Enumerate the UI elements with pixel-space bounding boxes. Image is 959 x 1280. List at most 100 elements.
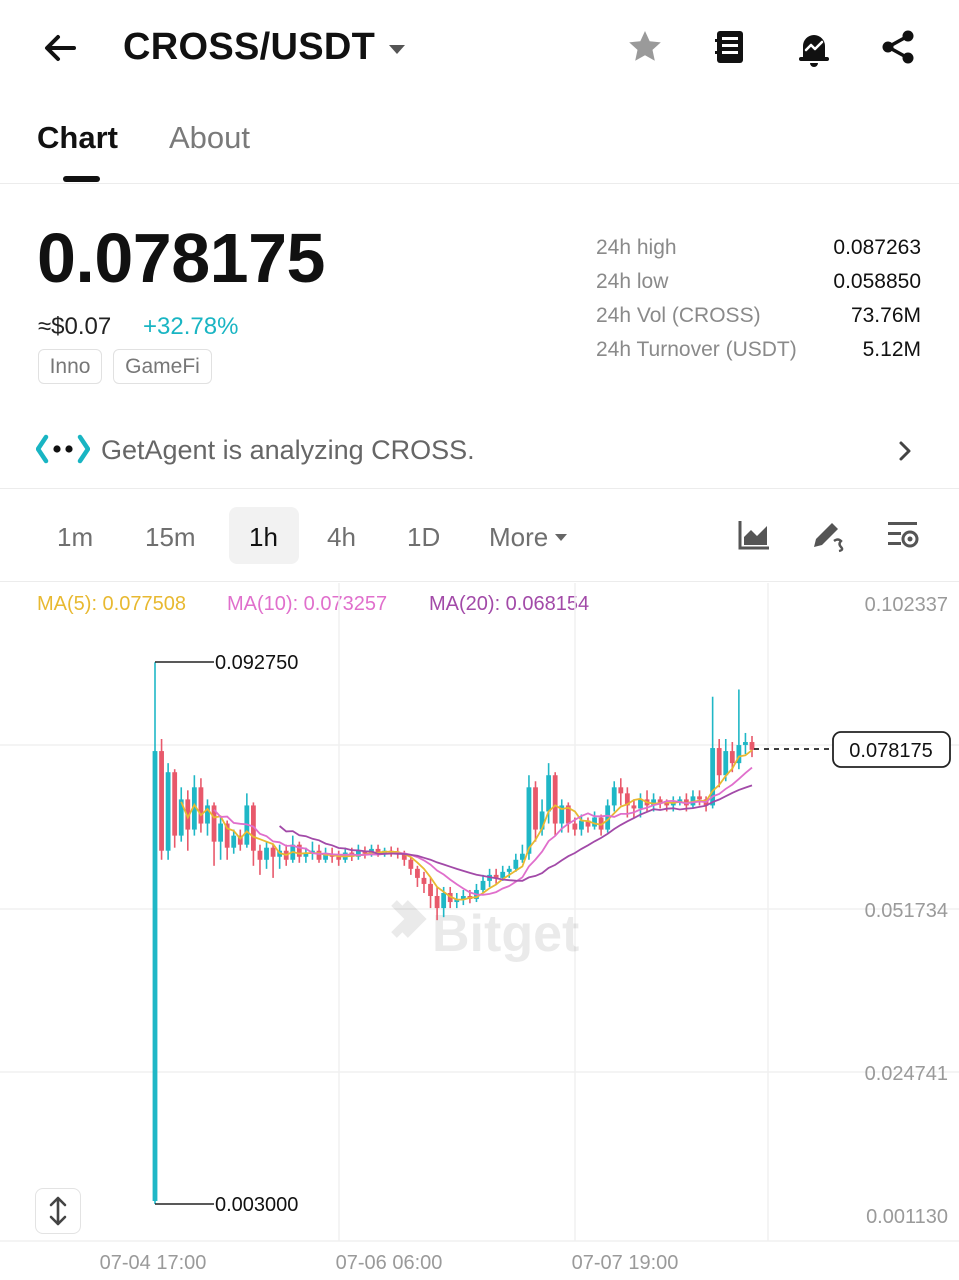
back-arrow-icon <box>45 35 76 61</box>
candle-body <box>172 772 178 836</box>
candle-body <box>749 742 755 750</box>
candle-body <box>716 748 722 776</box>
x-tick: 07-04 17:00 <box>100 1252 207 1274</box>
candle-body <box>552 775 558 824</box>
y-tick: 0.024741 <box>865 1063 948 1085</box>
high-marker-label: 0.092750 <box>215 652 298 674</box>
pair-selector[interactable]: CROSS/USDT <box>123 26 406 69</box>
tab-about[interactable]: About <box>169 120 250 156</box>
pair-title: CROSS/USDT <box>123 26 376 68</box>
stat-label-turnover: 24h Turnover (USDT) <box>596 338 797 361</box>
caret-down-icon <box>389 45 406 54</box>
tab-chart[interactable]: Chart <box>37 120 118 156</box>
stat-value-high: 0.087263 <box>833 236 921 259</box>
candle-body <box>441 892 447 909</box>
stat-label-vol: 24h Vol (CROSS) <box>596 304 761 327</box>
stat-value-turnover: 5.12M <box>862 338 921 361</box>
candle-body <box>198 787 204 824</box>
indicator-settings-icon[interactable] <box>885 517 921 553</box>
candle-body <box>218 823 224 842</box>
candle-body <box>638 799 643 809</box>
candle-body <box>506 868 512 872</box>
interval-more-button[interactable]: More <box>489 522 568 553</box>
notes-button[interactable] <box>708 25 752 69</box>
y-tick: 0.102337 <box>865 594 948 616</box>
candle-body <box>270 847 276 857</box>
chart-type-icon[interactable] <box>736 517 772 553</box>
candle-body <box>159 751 164 851</box>
candle-body <box>611 787 617 806</box>
candle-body <box>264 847 269 860</box>
vertical-resize-icon <box>49 1196 67 1226</box>
low-marker-label: 0.003000 <box>215 1194 298 1216</box>
candle-body <box>697 796 702 800</box>
current-price-label: 0.078175 <box>849 740 932 762</box>
candle-body <box>480 880 486 890</box>
alert-bell-icon <box>799 35 829 67</box>
high-marker: 0.092750 <box>155 652 298 674</box>
interval-1h[interactable]: 1h <box>249 522 278 553</box>
stat-value-vol: 73.76M <box>850 304 921 327</box>
stat-value-low: 0.058850 <box>833 270 921 293</box>
candle-body <box>434 896 440 909</box>
tag-gamefi[interactable]: GameFi <box>113 349 212 384</box>
caret-down-icon <box>555 534 568 541</box>
stat-label-low: 24h low <box>596 270 669 293</box>
book-icon <box>715 31 743 63</box>
stat-label-high: 24h high <box>596 236 677 259</box>
price-chart[interactable]: MA(5): 0.077508 MA(10): 0.073257 MA(20):… <box>0 583 959 1280</box>
usd-price: ≈$0.07 <box>38 313 112 340</box>
x-tick: 07-06 06:00 <box>336 1252 443 1274</box>
getagent-icon <box>36 434 90 464</box>
watermark-text: Bitget <box>432 905 579 963</box>
interval-1d[interactable]: 1D <box>407 522 440 553</box>
candle-body <box>231 835 237 848</box>
candle-body <box>415 868 420 878</box>
interval-1m[interactable]: 1m <box>57 522 93 553</box>
low-marker: 0.003000 <box>155 1194 298 1216</box>
chevron-right-icon <box>899 441 911 461</box>
candle-body <box>513 859 519 869</box>
candle-body <box>152 751 158 1201</box>
y-axis: 0.102337 0.051734 0.024741 0.001130 <box>865 594 948 1228</box>
candle-body <box>723 751 729 776</box>
candle-body <box>316 850 322 860</box>
candle-body <box>257 850 263 860</box>
candle-body <box>729 751 735 764</box>
candle-body <box>533 787 538 830</box>
candlestick-plot[interactable]: Bitget 0.092750 0.003000 0.078175 0.1023… <box>0 583 959 1280</box>
ma-lines <box>180 749 753 901</box>
y-tick: 0.001130 <box>866 1206 948 1228</box>
candle-body <box>631 805 637 809</box>
back-button[interactable] <box>38 26 82 70</box>
chart-resize-button[interactable] <box>35 1188 81 1234</box>
getagent-banner[interactable]: GetAgent is analyzing CROSS. <box>0 415 959 489</box>
bitget-watermark: Bitget <box>391 900 579 963</box>
interval-4h[interactable]: 4h <box>327 522 356 553</box>
candle-body <box>421 877 427 884</box>
share-icon <box>882 30 914 64</box>
getagent-text: GetAgent is analyzing CROSS. <box>101 435 475 465</box>
ma5-line <box>180 749 753 901</box>
interval-bar: 1m 15m 1h 4h 1D More <box>0 490 959 582</box>
drawing-pen-icon[interactable] <box>810 517 846 553</box>
candle-body <box>579 820 584 830</box>
share-button[interactable] <box>876 25 920 69</box>
candle-body <box>743 742 748 746</box>
interval-15m[interactable]: 15m <box>145 522 196 553</box>
star-icon <box>629 31 661 61</box>
current-price-marker: 0.078175 <box>754 731 951 768</box>
x-axis: 07-04 17:00 07-06 06:00 07-07 19:00 <box>100 1252 679 1274</box>
interval-more-label: More <box>489 522 549 552</box>
price-alert-button[interactable] <box>792 25 836 69</box>
candle-body <box>546 775 552 812</box>
tab-bar: Chart About <box>0 100 959 184</box>
last-price: 0.078175 <box>37 219 325 297</box>
candle-body <box>618 787 624 794</box>
candle-body <box>428 883 433 897</box>
candle-body <box>572 823 578 830</box>
favorite-button[interactable] <box>623 25 667 69</box>
price-change: +32.78% <box>143 313 239 340</box>
candle-body <box>519 853 525 860</box>
tag-inno[interactable]: Inno <box>38 349 102 384</box>
